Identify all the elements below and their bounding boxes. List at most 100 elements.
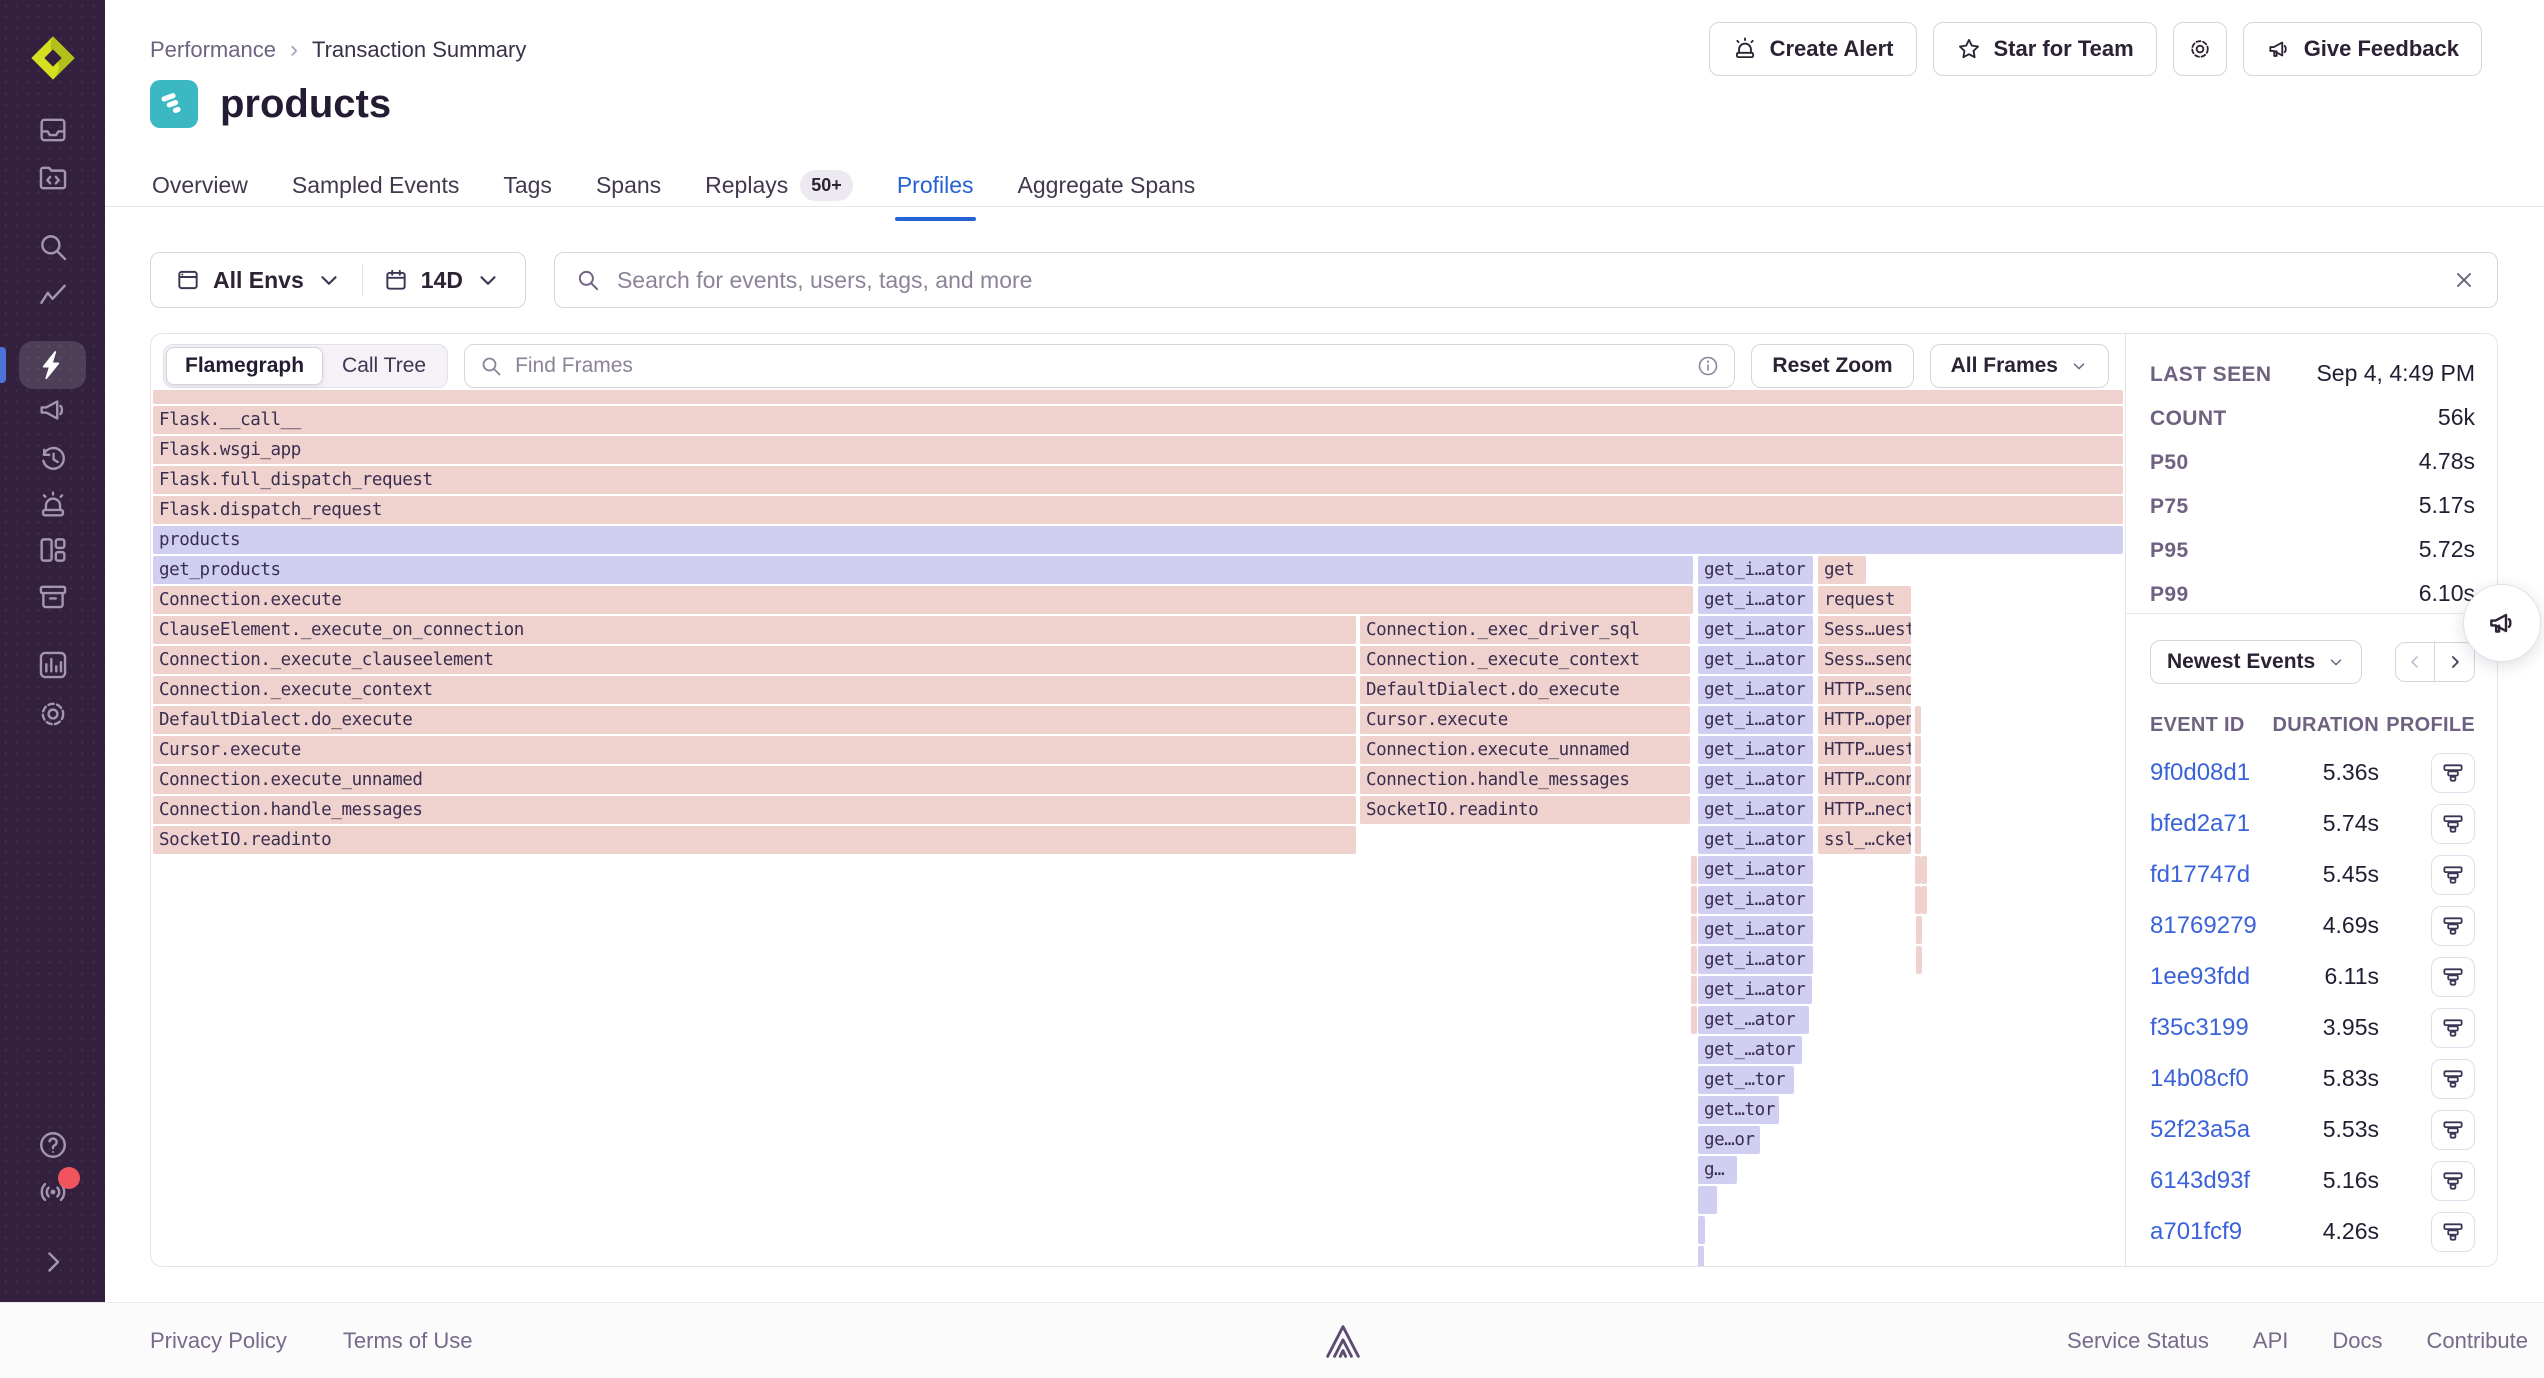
tab-overview[interactable]: Overview [150,170,250,219]
flame-frame[interactable] [1915,736,1921,764]
event-id-link[interactable]: a701fcf9 [2150,1218,2269,1246]
flame-frame[interactable]: Cursor.execute [153,736,1356,764]
feedback-fab-button[interactable] [2463,584,2541,662]
flame-frame[interactable]: get_i…ator [1698,646,1813,674]
flame-frame[interactable] [1915,826,1921,854]
tab-profiles[interactable]: Profiles [895,170,976,219]
tab-tags[interactable]: Tags [501,170,554,219]
flame-frame[interactable]: Connection.execute [153,586,1693,614]
environment-selector[interactable]: All Envs [155,253,362,307]
sidebar-item-replays[interactable] [36,441,70,475]
all-frames-dropdown[interactable]: All Frames [1930,344,2109,388]
event-id-link[interactable]: 1ee93fdd [2150,963,2269,991]
event-id-link[interactable]: bfed2a71 [2150,810,2269,838]
flame-frame[interactable]: get_i…ator [1698,856,1813,884]
flame-frame[interactable]: HTTP…nect [1818,796,1911,824]
flame-frame[interactable]: get_i…ator [1698,946,1813,974]
flame-frame[interactable] [1691,1006,1697,1034]
sidebar-item-feedback[interactable] [36,393,70,427]
call-tree-toggle-button[interactable]: Call Tree [323,347,445,385]
sentry-logo-icon[interactable] [27,32,79,84]
flame-frame[interactable]: DefaultDialect.do_execute [153,706,1356,734]
view-profile-button[interactable] [2431,1008,2475,1048]
flame-frame[interactable]: Connection.handle_messages [1360,766,1690,794]
sidebar-item-projects[interactable] [36,161,70,195]
view-profile-button[interactable] [2431,1059,2475,1099]
view-profile-button[interactable] [2431,855,2475,895]
flame-frame[interactable] [1915,706,1921,734]
flame-frame[interactable] [1698,1246,1704,1266]
flame-frame[interactable]: get_i…ator [1698,586,1813,614]
event-id-link[interactable]: 9f0d08d1 [2150,759,2269,787]
flame-frame[interactable]: HTTP…uest [1818,736,1911,764]
flame-frame[interactable]: ge…or [1698,1126,1760,1154]
flamegraph-canvas[interactable]: Flask.__call__Flask.wsgi_appFlask.full_d… [151,390,2125,1266]
footer-link-privacy-policy[interactable]: Privacy Policy [150,1328,287,1354]
flame-frame[interactable]: Connection._exec_driver_sql [1360,616,1690,644]
tab-aggregate-spans[interactable]: Aggregate Spans [1016,170,1198,219]
flame-frame[interactable]: get_i…ator [1698,976,1812,1004]
footer-link-docs[interactable]: Docs [2332,1328,2382,1354]
flame-frame[interactable]: get_i…ator [1698,796,1813,824]
flame-frame[interactable]: HTTP…conn [1818,766,1911,794]
flame-frame[interactable]: get_i…ator [1698,616,1813,644]
flame-frame[interactable]: get_i…ator [1698,886,1813,914]
sidebar-item-whats-new[interactable] [36,1175,70,1209]
flame-frame[interactable]: Connection.execute_unnamed [1360,736,1690,764]
flame-frame[interactable]: Flask.wsgi_app [153,436,2123,464]
flame-frame[interactable]: HTTP…open [1818,706,1911,734]
sidebar-item-releases[interactable] [36,580,70,614]
flame-frame[interactable] [1691,856,1697,884]
flame-frame[interactable]: Flask.__call__ [153,406,2123,434]
date-range-selector[interactable]: 14D [363,253,521,307]
flame-frame[interactable]: products [153,526,2123,554]
flame-frame[interactable] [1915,796,1921,824]
sidebar-item-alerts[interactable] [36,488,70,522]
sidebar-item-help[interactable] [36,1128,70,1162]
sidebar-item-search[interactable] [36,230,70,264]
flame-frame[interactable] [1691,916,1697,944]
event-id-link[interactable]: 81769279 [2150,912,2269,940]
flame-frame[interactable]: ClauseElement._execute_on_connection [153,616,1356,644]
view-profile-button[interactable] [2431,906,2475,946]
flame-frame[interactable]: get…tor [1698,1096,1779,1124]
tab-spans[interactable]: Spans [594,170,663,219]
star-for-team-button[interactable]: Star for Team [1933,22,2157,76]
flame-frame[interactable] [1916,916,1922,944]
flame-frame[interactable]: ssl_…cket [1818,826,1911,854]
breadcrumb-performance[interactable]: Performance [150,37,276,63]
flame-frame[interactable]: SocketIO.readinto [153,826,1356,854]
flame-frame[interactable] [1916,946,1922,974]
flame-frame[interactable]: g… [1698,1156,1737,1184]
flame-frame[interactable]: Connection.handle_messages [153,796,1356,824]
flame-frame[interactable]: get_i…ator [1698,556,1813,584]
tab-sampled-events[interactable]: Sampled Events [290,170,461,219]
flame-frame[interactable]: Cursor.execute [1360,706,1690,734]
sidebar-item-metrics[interactable] [36,278,70,312]
flame-frame[interactable]: Flask.dispatch_request [153,496,2123,524]
event-id-link[interactable]: 14b08cf0 [2150,1065,2269,1093]
flame-frame[interactable]: get_…ator [1698,1036,1802,1064]
flame-frame[interactable]: SocketIO.readinto [1360,796,1690,824]
flame-frame[interactable]: get_i…ator [1698,826,1813,854]
footer-link-terms-of-use[interactable]: Terms of Use [343,1328,473,1354]
flame-frame[interactable] [1921,886,1927,914]
event-sort-dropdown[interactable]: Newest Events [2150,640,2362,684]
previous-page-button[interactable] [2395,642,2435,682]
view-profile-button[interactable] [2431,753,2475,793]
footer-link-service-status[interactable]: Service Status [2067,1328,2209,1354]
reset-zoom-button[interactable]: Reset Zoom [1751,344,1913,388]
flame-frame[interactable]: get [1818,556,1866,584]
event-id-link[interactable]: 52f23a5a [2150,1116,2269,1144]
sidebar-item-issues[interactable] [36,113,70,147]
flame-frame[interactable]: get_i…ator [1698,736,1813,764]
flame-frame[interactable]: get_…ator [1698,1006,1809,1034]
flame-frame[interactable] [1691,946,1697,974]
sidebar-item-dashboards[interactable] [36,533,70,567]
sidebar-item-profiling[interactable] [36,348,70,382]
flame-frame[interactable]: get_i…ator [1698,706,1813,734]
flame-frame[interactable] [1921,856,1927,884]
sidebar-item-collapse[interactable] [36,1245,70,1279]
give-feedback-button[interactable]: Give Feedback [2243,22,2482,76]
view-profile-button[interactable] [2431,804,2475,844]
